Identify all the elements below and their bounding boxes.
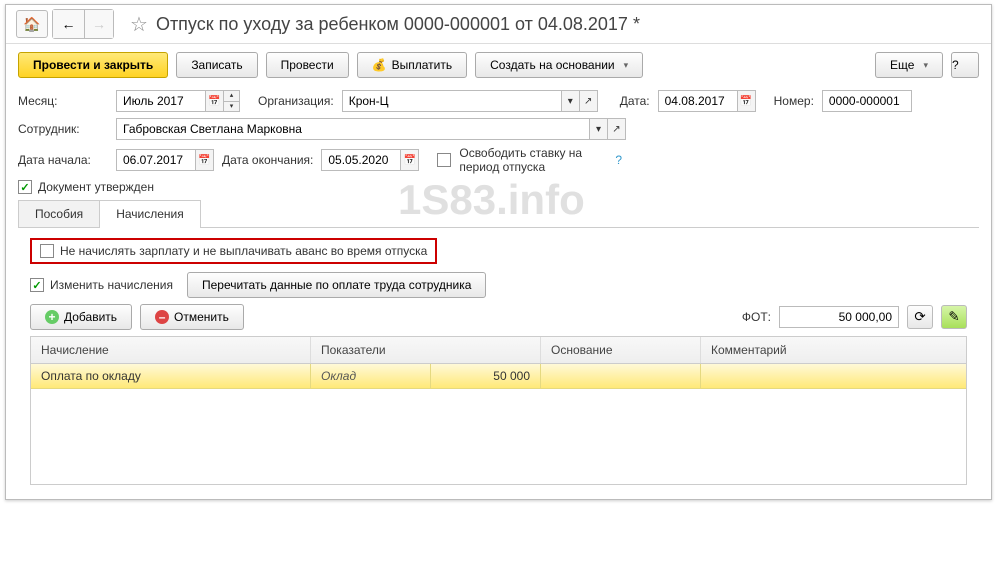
write-button[interactable]: Записать — [176, 52, 257, 78]
approved-checkbox[interactable] — [18, 180, 32, 194]
cell-comment — [701, 364, 966, 388]
free-rate-label: Освободить ставку на период отпуска — [459, 146, 599, 174]
accruals-table: Начисление Показатели Основание Коммента… — [30, 336, 967, 485]
plus-icon: + — [45, 310, 59, 324]
dropdown-icon[interactable]: ▾ — [590, 118, 608, 140]
org-label: Организация: — [258, 94, 334, 108]
cell-accrual: Оплата по окладу — [31, 364, 311, 388]
edit-button[interactable]: ✎ — [941, 305, 967, 329]
approved-label: Документ утвержден — [38, 180, 154, 194]
no-salary-checkbox[interactable] — [40, 244, 54, 258]
number-label: Номер: — [774, 94, 814, 108]
tab-accruals[interactable]: Начисления — [99, 200, 201, 227]
help-link[interactable]: ? — [615, 153, 622, 167]
dropdown-icon[interactable]: ▾ — [562, 90, 580, 112]
start-date-label: Дата начала: — [18, 153, 108, 167]
tab-content-accruals: Не начислять зарплату и не выплачивать а… — [18, 228, 979, 495]
back-button[interactable]: ← — [53, 10, 85, 38]
favorite-icon[interactable]: ☆ — [130, 12, 148, 37]
tab-benefits[interactable]: Пособия — [18, 200, 100, 227]
start-date-field[interactable] — [116, 149, 196, 171]
open-icon[interactable]: ↗ — [580, 90, 598, 112]
end-date-field[interactable] — [321, 149, 401, 171]
cell-indicator-name: Оклад — [311, 364, 431, 388]
month-label: Месяц: — [18, 94, 108, 108]
add-button[interactable]: + Добавить — [30, 304, 132, 330]
employee-field[interactable] — [116, 118, 590, 140]
th-comment: Комментарий — [701, 337, 966, 363]
tabs: Пособия Начисления — [18, 200, 979, 228]
calendar-icon[interactable]: 📅 — [206, 90, 224, 112]
free-rate-checkbox[interactable] — [437, 153, 451, 167]
forward-button[interactable]: → — [85, 10, 113, 38]
calendar-icon[interactable]: 📅 — [196, 149, 214, 171]
calendar-icon[interactable]: 📅 — [738, 90, 756, 112]
refresh-icon: ⟳ — [914, 309, 925, 325]
home-button[interactable]: 🏠 — [16, 10, 48, 38]
post-button[interactable]: Провести — [266, 52, 349, 78]
fot-label: ФОТ: — [742, 310, 771, 324]
open-icon[interactable]: ↗ — [608, 118, 626, 140]
window-title: Отпуск по уходу за ребенком 0000-000001 … — [156, 14, 640, 35]
no-salary-label: Не начислять зарплату и не выплачивать а… — [60, 244, 427, 258]
month-field[interactable] — [116, 90, 206, 112]
pay-button[interactable]: 💰Выплатить — [357, 52, 467, 78]
pencil-icon: ✎ — [948, 309, 959, 325]
table-row[interactable]: Оплата по окладу Оклад 50 000 — [31, 364, 966, 389]
th-indicators: Показатели — [311, 337, 541, 363]
refresh-button[interactable]: ⟳ — [907, 305, 933, 329]
th-accrual: Начисление — [31, 337, 311, 363]
month-spinner[interactable]: ▴▾ — [224, 90, 240, 112]
no-salary-highlight: Не начислять зарплату и не выплачивать а… — [30, 238, 437, 264]
change-accruals-label: Изменить начисления — [50, 278, 173, 292]
th-basis: Основание — [541, 337, 701, 363]
fot-field[interactable] — [779, 306, 899, 328]
date-label: Дата: — [620, 94, 650, 108]
cell-basis — [541, 364, 701, 388]
cell-indicator-value: 50 000 — [431, 364, 541, 388]
minus-icon: – — [155, 310, 169, 324]
more-button[interactable]: Еще — [875, 52, 943, 78]
cancel-button[interactable]: – Отменить — [140, 304, 244, 330]
change-accruals-checkbox[interactable] — [30, 278, 44, 292]
date-field[interactable] — [658, 90, 738, 112]
end-date-label: Дата окончания: — [222, 153, 313, 167]
main-toolbar: Провести и закрыть Записать Провести 💰Вы… — [6, 44, 991, 86]
create-based-button[interactable]: Создать на основании — [475, 52, 643, 78]
titlebar: 🏠 ← → ☆ Отпуск по уходу за ребенком 0000… — [6, 5, 991, 44]
org-field[interactable] — [342, 90, 562, 112]
number-field[interactable] — [822, 90, 912, 112]
employee-label: Сотрудник: — [18, 122, 108, 136]
help-button[interactable]: ? — [951, 52, 979, 78]
money-icon: 💰 — [372, 58, 387, 72]
reread-button[interactable]: Перечитать данные по оплате труда сотруд… — [187, 272, 486, 298]
post-and-close-button[interactable]: Провести и закрыть — [18, 52, 168, 78]
calendar-icon[interactable]: 📅 — [401, 149, 419, 171]
